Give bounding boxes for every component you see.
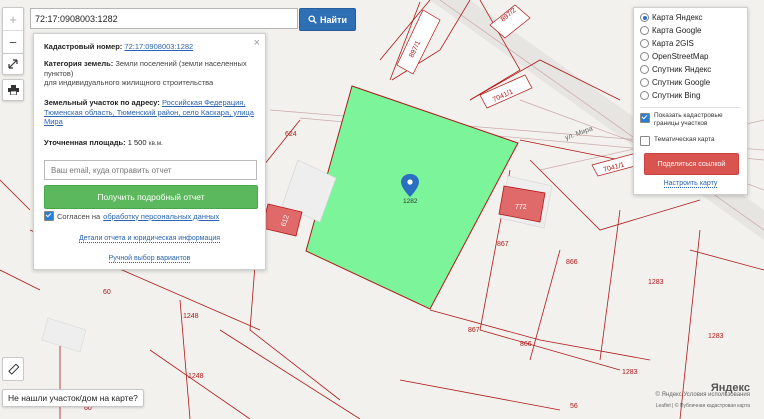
thematic-map-label: Тематическая карта <box>654 136 715 143</box>
zoom-in-button[interactable]: + <box>3 8 23 30</box>
fullscreen-button[interactable] <box>2 53 24 75</box>
category-row: Категория земель: Земли поселений (земли… <box>44 59 258 88</box>
radio-icon <box>640 26 649 35</box>
print-button[interactable] <box>2 79 24 101</box>
layer-label: Спутник Bing <box>652 91 701 100</box>
layer-label: Карта Google <box>652 26 702 35</box>
map-label-1283c: 1283 <box>622 369 638 376</box>
manual-selection-link[interactable]: Ручной выбор вариантов <box>108 255 191 263</box>
print-icon <box>7 85 19 95</box>
search-input[interactable] <box>30 8 298 29</box>
map-label-60a: 60 <box>103 289 111 296</box>
map-layers-panel: Карта Яндекс Карта Google Карта 2GIS Ope… <box>633 7 748 195</box>
setup-map-row: Настроить карту <box>634 180 747 188</box>
layer-option-2gis[interactable]: Карта 2GIS <box>640 39 694 48</box>
leaflet-attribution[interactable]: Leaflet | © Публичная кадастровая карта <box>656 403 750 409</box>
checkbox-icon <box>640 113 650 123</box>
not-found-button[interactable]: Не нашли участок/дом на карте? <box>2 389 144 407</box>
map-label-624: 624 <box>285 131 297 138</box>
area-unit: кв.м. <box>148 140 163 147</box>
get-report-button[interactable]: Получить подробный отчет <box>44 185 258 209</box>
layer-label: Спутник Google <box>652 78 711 87</box>
manual-row: Ручной выбор вариантов <box>34 255 265 263</box>
plot-info-panel: × Кадастровый номер: 72:17:0908003:1282 … <box>33 33 266 270</box>
area-row: Уточненная площадь: 1 500 кв.м. <box>44 138 258 149</box>
radio-icon <box>640 13 649 22</box>
map-label-56: 56 <box>570 403 578 410</box>
cadastral-row: Кадастровый номер: 72:17:0908003:1282 <box>44 42 258 52</box>
share-link-button[interactable]: Поделиться ссылкой <box>644 153 739 175</box>
map-label-867: 867 <box>497 241 509 248</box>
radio-icon <box>640 91 649 100</box>
area-label: Уточненная площадь: <box>44 138 126 147</box>
layer-option-google-sat[interactable]: Спутник Google <box>640 78 710 87</box>
consent-prefix: Согласен на <box>57 211 101 221</box>
layer-label: OpenStreetMap <box>652 52 709 61</box>
details-link[interactable]: Детали отчета и юридическая информация <box>78 235 221 243</box>
category-use: для индивидуального жилищного строительс… <box>44 78 214 87</box>
radio-icon <box>640 65 649 74</box>
house-772-label: 772 <box>515 204 527 211</box>
plot-number-label: 1282 <box>403 198 418 205</box>
category-label: Категория земель: <box>44 59 114 68</box>
layer-label: Карта 2GIS <box>652 39 694 48</box>
expand-icon <box>8 59 18 69</box>
layer-option-bing-sat[interactable]: Спутник Bing <box>640 91 700 100</box>
personal-data-link[interactable]: обработку персональных данных <box>103 212 219 221</box>
map-label-1248a: 1248 <box>183 313 199 320</box>
layer-label: Карта Яндекс <box>652 13 703 22</box>
address-row: Земельный участок по адресу: Российская … <box>44 98 258 127</box>
layer-option-yandex-sat[interactable]: Спутник Яндекс <box>640 65 711 74</box>
map-label-866b: 866 <box>520 341 532 348</box>
zoom-control: + − <box>2 7 24 54</box>
map-label-866: 866 <box>566 259 578 266</box>
cadastral-number-link[interactable]: 72:17:0908003:1282 <box>124 42 193 51</box>
search-icon <box>308 15 317 24</box>
layer-option-yandex[interactable]: Карта Яндекс <box>640 13 703 22</box>
map-label-1248b: 1248 <box>188 373 204 380</box>
map-attribution[interactable]: © Яндекс Условия использования <box>655 392 750 398</box>
map-label-1283a: 1283 <box>648 279 664 286</box>
layer-option-google[interactable]: Карта Google <box>640 26 701 35</box>
address-label: Земельный участок по адресу: <box>44 98 160 107</box>
radio-icon <box>640 52 649 61</box>
show-boundaries-label: Показать кадастровые границы участков <box>654 112 723 127</box>
map-label-867b: 867 <box>468 327 480 334</box>
show-boundaries-toggle[interactable]: Показать кадастровые границы участков <box>640 112 744 128</box>
map-label-1283b: 1283 <box>708 333 724 340</box>
checkbox-icon <box>640 136 650 146</box>
layer-label: Спутник Яндекс <box>652 65 712 74</box>
search-button[interactable]: Найти <box>299 8 356 31</box>
setup-map-link[interactable]: Настроить карту <box>663 180 718 188</box>
zoom-out-button[interactable]: − <box>3 30 23 53</box>
search-button-label: Найти <box>320 14 347 25</box>
radio-icon <box>640 78 649 87</box>
ruler-icon <box>7 363 19 375</box>
area-value: 1 500 <box>127 138 147 147</box>
email-field[interactable] <box>44 160 257 180</box>
layer-option-osm[interactable]: OpenStreetMap <box>640 52 708 61</box>
consent-row: Согласен на обработку персональных данны… <box>44 211 219 221</box>
consent-checkbox[interactable] <box>44 211 54 221</box>
radio-icon <box>640 39 649 48</box>
details-row: Детали отчета и юридическая информация <box>34 235 265 243</box>
divider <box>640 107 741 108</box>
ruler-button[interactable] <box>2 357 24 381</box>
cadastral-label: Кадастровый номер: <box>44 42 123 51</box>
thematic-map-toggle[interactable]: Тематическая карта <box>640 136 744 146</box>
